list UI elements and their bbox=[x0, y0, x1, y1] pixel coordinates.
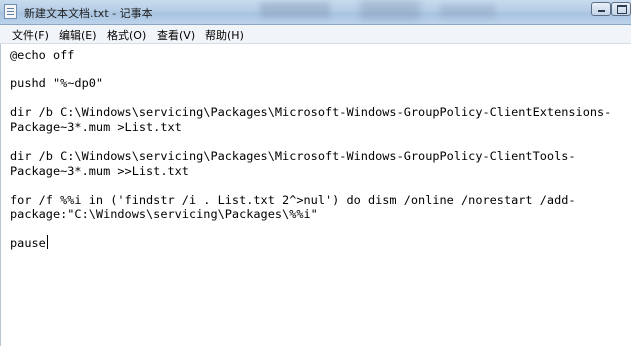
background-blur bbox=[260, 2, 330, 18]
window-title: 新建文本文档.txt - 记事本 bbox=[24, 7, 153, 20]
editor-line: Package~3*.mum >>List.txt bbox=[10, 164, 189, 178]
menu-help[interactable]: 帮助(H) bbox=[205, 27, 244, 43]
menu-file[interactable]: 文件(F) bbox=[12, 27, 49, 43]
maximize-button[interactable] bbox=[611, 2, 631, 16]
text-caret bbox=[47, 235, 48, 249]
notepad-icon[interactable] bbox=[4, 4, 17, 19]
menu-format[interactable]: 格式(O) bbox=[107, 27, 146, 43]
menu-view[interactable]: 查看(V) bbox=[157, 27, 195, 43]
menu-bar: 文件(F) 编辑(E) 格式(O) 查看(V) 帮助(H) bbox=[0, 25, 631, 44]
menu-edit[interactable]: 编辑(E) bbox=[59, 27, 97, 43]
title-bar[interactable]: 新建文本文档.txt - 记事本 bbox=[0, 0, 631, 25]
background-blur bbox=[440, 4, 495, 18]
minimize-button[interactable] bbox=[591, 2, 611, 16]
editor-line: pushd "%~dp0" bbox=[10, 76, 104, 90]
editor-line: dir /b C:\Windows\servicing\Packages\Mic… bbox=[10, 105, 612, 119]
editor-line: Package~3*.mum >List.txt bbox=[10, 120, 182, 134]
text-editor[interactable]: @echo off pushd "%~dp0" dir /b C:\Window… bbox=[0, 44, 631, 346]
editor-line: @echo off bbox=[10, 48, 75, 62]
editor-line: package:"C:\Windows\servicing\Packages\%… bbox=[10, 207, 318, 221]
editor-line: for /f %%i in ('findstr /i . List.txt 2^… bbox=[10, 193, 576, 207]
editor-line: dir /b C:\Windows\servicing\Packages\Mic… bbox=[10, 149, 576, 163]
background-blur bbox=[360, 0, 420, 20]
editor-line: pause bbox=[10, 236, 46, 250]
